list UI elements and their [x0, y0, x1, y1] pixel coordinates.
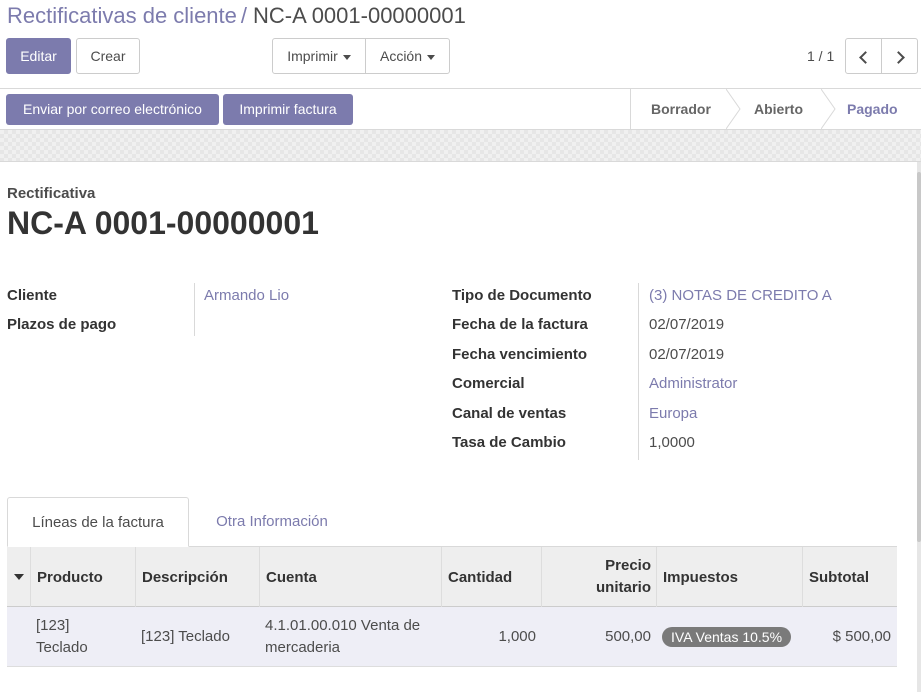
chevron-right-icon	[891, 50, 905, 64]
doc-type-link[interactable]: (3) NOTAS DE CREDITO A	[649, 287, 832, 305]
breadcrumb-parent-link[interactable]: Rectificativas de cliente	[7, 3, 237, 28]
column-header-subtotal[interactable]: Subtotal	[802, 547, 897, 607]
column-header-description[interactable]: Descripción	[135, 547, 260, 607]
customer-link[interactable]: Armando Lio	[204, 287, 289, 305]
cell-taxes: IVA Ventas 10.5%	[656, 607, 803, 667]
cell-subtotal: $ 500,00	[832, 628, 891, 645]
chevron-left-icon	[858, 50, 872, 64]
edit-button[interactable]: Editar	[6, 38, 71, 74]
print-dropdown-button[interactable]: Imprimir	[272, 38, 366, 74]
payment-terms-label: Plazos de pago	[7, 316, 117, 333]
print-invoice-button[interactable]: Imprimir factura	[223, 94, 353, 125]
cell-unit-price: 500,00	[605, 628, 651, 645]
print-dropdown-label: Imprimir	[287, 48, 338, 64]
status-step-open: Abierto	[754, 101, 803, 117]
cell-account: 4.1.01.00.010 Venta de mercaderia	[259, 607, 442, 667]
step-arrow-icon	[726, 89, 741, 129]
status-step-paid: Pagado	[847, 101, 898, 117]
column-header-account[interactable]: Cuenta	[259, 547, 442, 607]
sales-channel-label: Canal de ventas	[452, 405, 567, 422]
create-button[interactable]: Crear	[76, 38, 140, 74]
control-panel: Rectificativas de cliente / NC-A 0001-0000…	[0, 0, 921, 88]
table-row[interactable]: [123] Teclado [123] Teclado 4.1.01.00.01…	[7, 607, 897, 667]
form-statusbar: Enviar por correo electrónico Imprimir f…	[0, 88, 921, 130]
step-arrow-icon	[821, 89, 836, 129]
vertical-scrollbar[interactable]	[917, 162, 921, 692]
cell-account-text: 4.1.01.00.010 Venta de mercaderia	[265, 617, 421, 656]
tax-badge: IVA Ventas 10.5%	[662, 627, 792, 647]
pager-previous-button[interactable]	[845, 38, 882, 74]
column-header-taxes[interactable]: Impuestos	[656, 547, 803, 607]
caret-down-icon	[427, 54, 436, 60]
send-email-button[interactable]: Enviar por correo electrónico	[6, 94, 219, 125]
field-divider	[638, 283, 639, 460]
customer-label: Cliente	[7, 287, 58, 304]
salesperson-link[interactable]: Administrator	[649, 375, 737, 393]
cell-product-text: [123] Teclado	[36, 617, 88, 656]
action-dropdown-button[interactable]: Acción	[365, 38, 450, 74]
cell-quantity: 1,000	[498, 628, 536, 645]
breadcrumb-separator: /	[240, 3, 248, 28]
column-header-quantity[interactable]: Cantidad	[441, 547, 542, 607]
tab-other-info[interactable]: Otra Información	[197, 497, 347, 547]
cell-description: [123] Teclado	[141, 628, 230, 645]
salesperson-label: Comercial	[452, 375, 525, 392]
tab-invoice-lines[interactable]: Líneas de la factura	[7, 497, 189, 547]
status-step-draft: Borrador	[651, 101, 711, 117]
cell-product: [123] Teclado	[30, 607, 136, 667]
breadcrumb: Rectificativas de cliente / NC-A 0001-0000…	[7, 3, 466, 29]
sort-caret-icon[interactable]	[14, 574, 24, 580]
status-steps: Borrador Abierto Pagado	[630, 89, 921, 129]
document-type-label: Rectificativa	[7, 185, 96, 202]
exchange-rate-label: Tasa de Cambio	[452, 434, 566, 451]
invoice-date-label: Fecha de la factura	[452, 316, 588, 333]
column-header-unit-price-label: Precio unitario	[596, 557, 651, 596]
column-header-unit-price[interactable]: Precio unitario	[541, 547, 657, 607]
due-date-value: 02/07/2019	[649, 346, 725, 363]
form-sheet-background	[0, 130, 921, 162]
document-name: NC-A 0001-00000001	[7, 205, 319, 241]
pager-next-button[interactable]	[881, 38, 918, 74]
exchange-rate-value: 1,0000	[649, 434, 695, 451]
doc-type-label: Tipo de Documento	[452, 287, 592, 304]
caret-down-icon	[342, 54, 351, 60]
sales-channel-link[interactable]: Europa	[649, 405, 697, 423]
action-dropdown-label: Acción	[379, 48, 423, 64]
pager-value[interactable]: 1 / 1	[807, 47, 834, 65]
scrollbar-thumb[interactable]	[917, 172, 921, 542]
breadcrumb-current: NC-A 0001-00000001	[253, 3, 466, 28]
column-header-product[interactable]: Producto	[30, 547, 136, 607]
invoice-date-value: 02/07/2019	[649, 316, 725, 333]
invoice-lines-header: Producto Descripción Cuenta Cantidad Pre…	[7, 547, 897, 607]
field-divider	[194, 283, 195, 336]
due-date-label: Fecha vencimiento	[452, 346, 588, 363]
